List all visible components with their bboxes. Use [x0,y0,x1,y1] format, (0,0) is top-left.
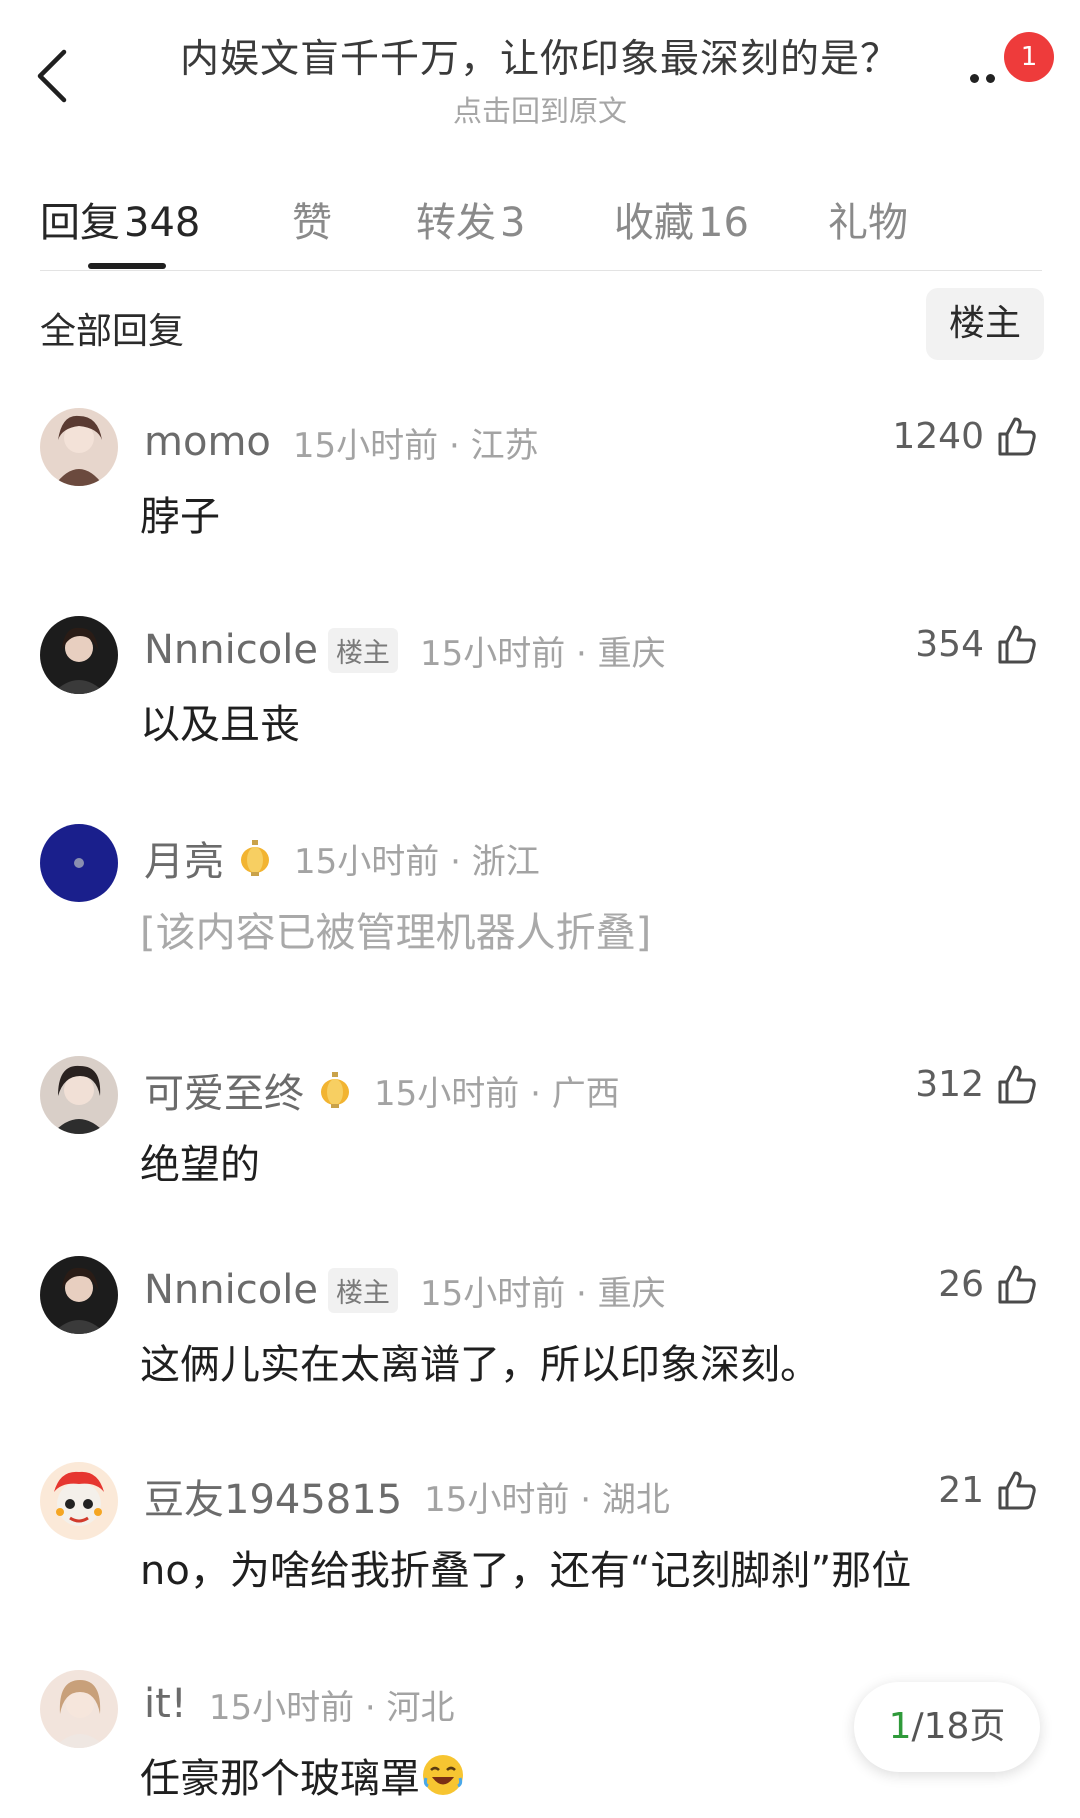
page: 内娱文盲千千万，让你印象最深刻的是？ 点击回到原文 1 回复 348 赞 转发 3 … [0,0,1080,1818]
current-page: 1 [888,1706,912,1747]
lantern-badge-icon [321,1072,349,1108]
like-count: 354 [915,623,984,665]
thumbs-up-icon [998,625,1036,664]
time-location: 15小时前 · 重庆 [419,633,666,674]
comment-text: 脖子 [140,494,220,540]
comment-meta: 豆友1945815 15小时前 · 湖北 [144,1467,670,1525]
username[interactable]: it! [144,1681,187,1727]
thumbs-up-icon [998,1471,1036,1510]
comment-text: no，为啥给我折叠了，还有“记刻脚刹”那位 [140,1548,912,1594]
comment-meta: it! 15小时前 · 河北 [144,1678,455,1730]
laughing-emoji-icon [423,1755,463,1795]
like-button[interactable]: 312 [915,1062,1038,1106]
divider [40,270,1042,271]
comment-meta: momo 15小时前 · 江苏 [144,416,539,468]
like-button[interactable]: 1240 [892,414,1038,458]
tab-label: 礼物 [828,200,908,246]
comment-meta: Nnnicole 楼主 15小时前 · 重庆 [144,1264,666,1316]
avatar[interactable] [40,824,118,902]
like-button[interactable]: 354 [915,622,1038,666]
time-location: 15小时前 · 江苏 [292,425,539,466]
all-replies-label: 全部回复 [40,311,185,352]
host-only-button[interactable]: 楼主 [926,288,1044,360]
total-pages: /18页 [911,1706,1006,1747]
avatar[interactable] [40,1256,118,1334]
time-location: 15小时前 · 河北 [208,1687,455,1728]
page-indicator[interactable]: 1/18页 [854,1682,1040,1772]
time-location: 15小时前 · 浙江 [294,841,540,882]
username[interactable]: 豆友1945815 [144,1467,402,1525]
folded-comment-text[interactable]: [该内容已被管理机器人折叠] [140,900,651,958]
tab-reposts[interactable]: 转发 3 [416,190,525,248]
time-location: 15小时前 · 湖北 [424,1479,670,1520]
username[interactable]: momo [144,419,271,465]
post-title[interactable]: 内娱文盲千千万，让你印象最深刻的是？ [120,28,960,84]
avatar[interactable] [40,616,118,694]
comment-meta: 月亮 15小时前 · 浙江 [144,829,540,887]
comment-item: 月亮 15小时前 · 浙江 [该内容已被管理机器人折叠] [0,824,1080,1024]
tab-favorites[interactable]: 收藏 16 [614,190,749,248]
thumbs-up-icon [998,417,1036,456]
comment-text: 绝望的 [140,1142,260,1188]
header: 内娱文盲千千万，让你印象最深刻的是？ 点击回到原文 1 [0,0,1080,140]
like-button[interactable]: 26 [938,1262,1038,1306]
avatar[interactable] [40,408,118,486]
like-button[interactable]: 21 [938,1468,1038,1512]
username[interactable]: 月亮 [144,829,224,887]
thumbs-up-icon [998,1065,1036,1104]
time-location: 15小时前 · 重庆 [419,1273,666,1314]
tab-label: 转发 [416,200,496,246]
tab-count: 16 [698,200,749,246]
tab-bar: 回复 348 赞 转发 3 收藏 16 礼物 [0,180,1080,272]
tab-likes[interactable]: 赞 [292,190,332,248]
comment-item: Nnnicole 楼主 15小时前 · 重庆 26 这俩儿实在太离谱了，所以印象… [0,1256,1080,1456]
like-count: 1240 [892,415,984,457]
tab-label: 收藏 [614,200,694,246]
tab-label: 回复 [40,200,120,246]
tab-count: 348 [124,200,201,246]
username[interactable]: Nnnicole [144,1267,318,1313]
comment-item: momo 15小时前 · 江苏 1240 脖子 [0,408,1080,608]
like-count: 312 [915,1063,984,1105]
comment-text: 任豪那个玻璃罩 [140,1746,466,1804]
like-count: 26 [938,1263,984,1305]
back-to-post-link[interactable]: 点击回到原文 [0,88,1080,130]
tab-label: 赞 [292,200,332,246]
tab-count: 3 [500,200,526,246]
notification-badge[interactable]: 1 [1004,32,1054,82]
host-tag: 楼主 [327,627,398,673]
avatar[interactable] [40,1670,118,1748]
comment-meta: Nnnicole 楼主 15小时前 · 重庆 [144,624,666,676]
lantern-badge-icon [241,840,269,876]
like-count: 21 [938,1469,984,1511]
thumbs-up-icon [998,1265,1036,1304]
avatar[interactable] [40,1462,118,1540]
host-tag: 楼主 [327,1267,398,1313]
username[interactable]: Nnnicole [144,627,318,673]
comment-item: 豆友1945815 15小时前 · 湖北 21 no，为啥给我折叠了，还有“记刻… [0,1462,1080,1662]
tab-replies[interactable]: 回复 348 [40,190,200,248]
comment-text: 这俩儿实在太离谱了，所以印象深刻。 [140,1342,820,1388]
more-dots-icon[interactable] [966,66,1006,90]
avatar[interactable] [40,1056,118,1134]
active-tab-indicator [88,263,166,269]
username[interactable]: 可爱至终 [144,1061,304,1119]
comment-item: 可爱至终 15小时前 · 广西 312 绝望的 [0,1056,1080,1256]
tab-gifts[interactable]: 礼物 [828,190,908,248]
time-location: 15小时前 · 广西 [374,1073,620,1114]
comment-text: 以及且丧 [140,702,300,748]
comment-item: Nnnicole 楼主 15小时前 · 重庆 354 以及且丧 [0,616,1080,816]
comment-meta: 可爱至终 15小时前 · 广西 [144,1061,620,1119]
